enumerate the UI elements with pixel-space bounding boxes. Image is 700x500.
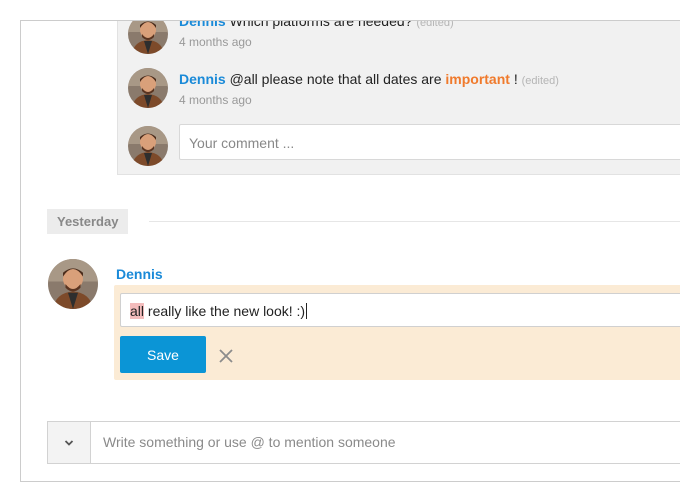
- comment-timestamp: 4 months ago: [179, 35, 252, 49]
- chevron-down-icon: [64, 440, 74, 446]
- avatar: [48, 259, 98, 309]
- comment-timestamp: 4 months ago: [179, 93, 252, 107]
- avatar: [128, 126, 168, 166]
- composer-toggle-button[interactable]: [48, 422, 91, 463]
- save-button[interactable]: Save: [120, 336, 206, 373]
- avatar: [128, 21, 168, 54]
- comment-body: Dennis @all please note that all dates a…: [179, 71, 559, 87]
- edit-panel: all really like the new look! :) Save: [114, 285, 680, 380]
- avatar: [128, 68, 168, 108]
- comment-placeholder: Your comment ...: [189, 135, 295, 151]
- comment-author[interactable]: Dennis: [179, 71, 226, 87]
- mention-highlight: all: [130, 303, 145, 319]
- text-caret: [306, 303, 308, 319]
- comment-body: Dennis Which platforms are needed? (edit…: [179, 20, 454, 29]
- comment-author[interactable]: Dennis: [179, 21, 226, 29]
- comment-text: Which platforms are needed?: [229, 20, 413, 29]
- edit-input[interactable]: all really like the new look! :): [120, 293, 680, 327]
- activity-feed: Dennis Which platforms are needed? (edit…: [20, 20, 680, 482]
- day-divider: Yesterday: [47, 209, 129, 234]
- close-icon[interactable]: [214, 344, 238, 368]
- post-author[interactable]: Dennis: [116, 266, 163, 282]
- divider-line: [149, 221, 680, 222]
- comment-text-end: !: [513, 71, 518, 87]
- edited-label: (edited): [416, 20, 454, 29]
- edited-label: (edited): [521, 75, 559, 87]
- highlighted-word: important: [445, 71, 510, 87]
- comment-input[interactable]: Your comment ...: [179, 124, 680, 160]
- comment-text: @all please note that all dates are: [229, 71, 442, 87]
- composer-input[interactable]: Write something or use @ to mention some…: [103, 434, 396, 450]
- post-composer: Write something or use @ to mention some…: [47, 421, 680, 464]
- edit-value: really like the new look! :): [144, 303, 306, 319]
- edit-text: all really like the new look! :): [130, 303, 308, 319]
- comment-thread: Dennis Which platforms are needed? (edit…: [117, 20, 680, 175]
